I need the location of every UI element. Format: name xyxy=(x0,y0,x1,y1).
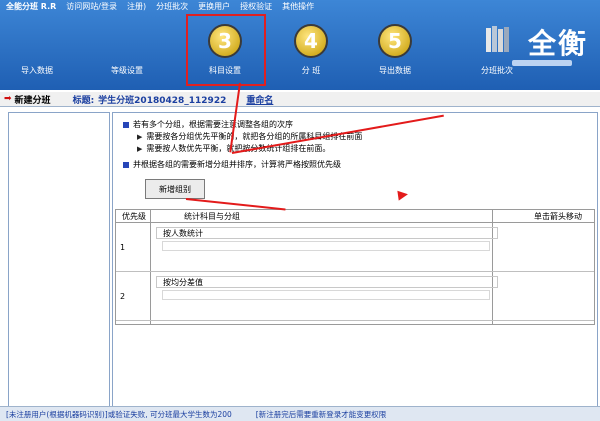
arrowhead-icon xyxy=(397,189,409,201)
title-label: 标题: xyxy=(72,95,95,106)
title-value: 学生分班20180428_112922 xyxy=(98,95,227,106)
import-data-button[interactable]: 导入数据 xyxy=(2,20,72,80)
triangle-bullet-icon: ▶ xyxy=(137,133,143,141)
add-group-button[interactable]: 新增组别 xyxy=(145,179,205,199)
instruction-line-4: 并根据各组的需要新增分组并排序，计算将严格按照优先级 xyxy=(133,160,341,169)
title-bar: ➡ 新建分班 标题: 学生分班20180428_112922 重命名 xyxy=(0,92,600,107)
main-panel: 若有多个分组，根据需要注意调整各组的次序 ▶ 需要按各分组优先平衡的，就把各分组的… xyxy=(112,112,598,410)
export-data-label: 导出数据 xyxy=(379,66,411,75)
header-priority: 优先级 xyxy=(122,212,146,221)
triangle-bullet-icon: ▶ xyxy=(137,145,143,153)
grade-settings-icon xyxy=(112,24,142,54)
class-batch-button[interactable]: 分班批次 xyxy=(462,20,532,80)
row-priority: 1 xyxy=(120,243,126,252)
toolbar-area: 全能分班 R.R 访问网站/登录 注册) 分班批次 更换用户 授权验证 其他操作… xyxy=(0,0,600,90)
bullet-icon xyxy=(123,122,129,128)
table-row[interactable]: 1 按人数统计 xyxy=(116,223,594,272)
menu-item-license[interactable]: 授权验证 xyxy=(240,1,272,12)
row-group[interactable]: 按人数统计 xyxy=(156,227,498,239)
menu-item-register[interactable]: 注册) xyxy=(127,1,146,12)
menu-item-batch[interactable]: 分班批次 xyxy=(156,1,188,12)
row-priority: 2 xyxy=(120,292,126,301)
header-move: 单击箭头移动 xyxy=(534,212,582,221)
new-class-label[interactable]: 新建分班 xyxy=(15,93,51,106)
divide-class-label: 分 班 xyxy=(301,66,321,75)
row-subfield[interactable] xyxy=(162,290,490,300)
instructions: 若有多个分组，根据需要注意调整各组的次序 ▶ 需要按各分组优先平衡的，就把各分组的… xyxy=(123,119,362,171)
rename-link[interactable]: 重命名 xyxy=(246,93,273,106)
menu-item-website[interactable]: 访问网站/登录 xyxy=(66,1,117,12)
row-subfield[interactable] xyxy=(162,241,490,251)
instruction-line-3: 需要按人数优先平衡，就把按分数统计组排在前面。 xyxy=(146,144,331,153)
instruction-line-1: 若有多个分组，根据需要注意调整各组的次序 xyxy=(133,120,293,129)
status-left: [未注册用户(根据机器码识别)]或验证失败, 可分班最大学生数为200 xyxy=(6,409,232,419)
status-right: [新注册完后需要重新登录才能变更权限 xyxy=(255,409,387,419)
divide-class-button[interactable]: 4 分 班 xyxy=(276,20,346,80)
class-batch-label: 分班批次 xyxy=(481,66,513,75)
status-bar: [未注册用户(根据机器码识别)]或验证失败, 可分班最大学生数为200 [新注册… xyxy=(0,406,600,421)
left-panel xyxy=(8,112,110,410)
import-icon xyxy=(22,24,52,54)
group-table: 优先级 统计科目与分组 单击箭头移动 1 按人数统计 2 按均分差值 xyxy=(115,209,595,325)
table-row[interactable]: 2 按均分差值 xyxy=(116,272,594,321)
menu-bar: 全能分班 R.R 访问网站/登录 注册) 分班批次 更换用户 授权验证 其他操作 xyxy=(0,0,600,12)
arrow-right-icon: ➡ xyxy=(4,94,12,104)
highlight-box xyxy=(186,14,266,86)
step-5-icon: 5 xyxy=(378,24,412,58)
logo-stand xyxy=(512,60,572,66)
export-data-button[interactable]: 5 导出数据 xyxy=(360,20,430,80)
app-title: 全能分班 R.R xyxy=(6,1,57,11)
step-4-icon: 4 xyxy=(294,24,328,58)
bullet-icon xyxy=(123,162,129,168)
table-header: 优先级 统计科目与分组 单击箭头移动 xyxy=(116,210,594,223)
menu-item-switch-user[interactable]: 更换用户 xyxy=(198,1,230,12)
row-group[interactable]: 按均分差值 xyxy=(156,276,498,288)
header-subject: 统计科目与分组 xyxy=(184,212,240,221)
import-data-label: 导入数据 xyxy=(21,66,53,75)
grade-settings-button[interactable]: 等级设置 xyxy=(92,20,162,80)
instruction-line-2: 需要按各分组优先平衡的，就把各分组的所属科目组排在前面 xyxy=(146,132,363,141)
books-icon xyxy=(482,24,512,54)
logo: 全衡 xyxy=(527,27,588,60)
menu-item-other[interactable]: 其他操作 xyxy=(282,1,314,12)
grade-settings-label: 等级设置 xyxy=(111,66,143,75)
